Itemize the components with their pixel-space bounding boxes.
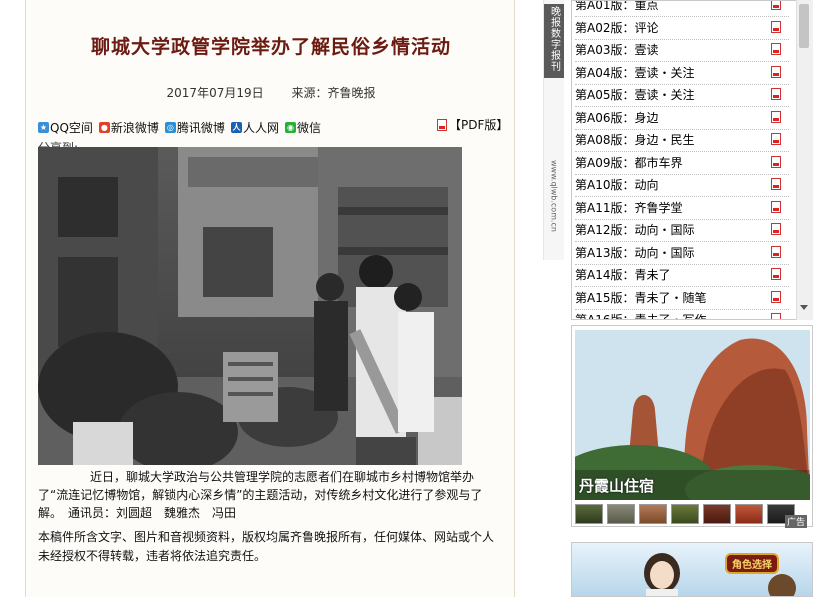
edition-item-label: 第A02版：评论 bbox=[575, 20, 659, 35]
share-tencent-weibo[interactable]: ◎ 腾讯微博 bbox=[164, 119, 225, 136]
edition-item-label: 第A12版：动向・国际 bbox=[575, 223, 695, 237]
pdf-icon[interactable] bbox=[771, 223, 781, 235]
copyright-notice: 本稿件所含文字、图片和音视频资料，版权均属齐鲁晚报所有，任何媒体、网站或个人 未… bbox=[38, 530, 495, 563]
museum-visit-photo bbox=[38, 147, 462, 465]
vertical-url: www.qlwb.com.cn bbox=[549, 160, 559, 232]
edition-item-label: 第A08版：身边・民生 bbox=[575, 133, 695, 147]
edition-item-label: 第A16版：青未了・写作 bbox=[575, 313, 707, 320]
vertical-title: 晚报数字报刊 bbox=[544, 4, 564, 78]
ad-caption[interactable]: 丹霞山住宿 bbox=[579, 475, 654, 496]
pdf-icon[interactable] bbox=[771, 200, 781, 213]
pdf-icon[interactable] bbox=[771, 110, 781, 123]
edition-item-label: 第A03版：壹读 bbox=[575, 43, 659, 57]
edition-item[interactable]: 第A01版：重点 bbox=[575, 0, 789, 17]
edition-item-label: 第A06版：身边 bbox=[575, 110, 659, 125]
pdf-icon[interactable] bbox=[771, 1, 781, 10]
pdf-icon[interactable] bbox=[771, 88, 781, 100]
pdf-icon[interactable] bbox=[771, 313, 781, 319]
ad-thumb-1[interactable] bbox=[575, 504, 603, 524]
edition-item-label: 第A04版：壹读・关注 bbox=[575, 65, 695, 80]
edition-item[interactable]: 第A15版：青未了・随笔 bbox=[575, 287, 789, 310]
ad-thumb-2[interactable] bbox=[607, 504, 635, 524]
share-qq-space[interactable]: ★ QQ空间 bbox=[38, 119, 93, 136]
vertical-brand-strip: 晚报数字报刊 www.qlwb.com.cn bbox=[543, 0, 564, 260]
article-meta: 2017年07月19日 来源：齐鲁晚报 bbox=[26, 84, 516, 101]
share-renren[interactable]: 人 人人网 bbox=[230, 119, 279, 136]
scrollbar-thumb[interactable] bbox=[799, 4, 809, 48]
edition-item[interactable]: 第A02版：评论 bbox=[575, 17, 789, 40]
edition-list: 第A01版：重点 第A02版：评论 第A03版：壹读第A04版：壹读・关注 第A05版… bbox=[571, 0, 813, 320]
pdf-icon[interactable] bbox=[771, 20, 781, 33]
article-title: 聊城大学政管学院举办了解民俗乡情活动 bbox=[90, 36, 451, 58]
pdf-icon[interactable] bbox=[771, 155, 781, 168]
pdf-icon[interactable] bbox=[771, 43, 781, 55]
wechat-icon: ◉ bbox=[284, 121, 296, 133]
edition-item[interactable]: 第A06版：身边 bbox=[575, 107, 789, 130]
qq-space-icon: ★ bbox=[38, 121, 49, 133]
article-source: 来源：齐鲁晚报 bbox=[291, 86, 376, 100]
edition-item[interactable]: 第A09版：都市车界 bbox=[575, 152, 789, 175]
edition-item[interactable]: 第A08版：身边・民生 bbox=[575, 129, 789, 152]
pdf-icon[interactable] bbox=[771, 65, 781, 78]
ad-thumbnail-strip bbox=[575, 504, 795, 524]
ad-label: 广告 bbox=[785, 515, 808, 528]
edition-item[interactable]: 第A03版：壹读 bbox=[575, 39, 789, 62]
edition-item[interactable]: 第A04版：壹读・关注 bbox=[575, 62, 789, 85]
edition-item-label: 第A09版：都市车界 bbox=[575, 155, 683, 170]
edition-item[interactable]: 第A14版：青未了 bbox=[575, 264, 789, 287]
edition-item-label: 第A11版：齐鲁学堂 bbox=[575, 200, 683, 215]
edition-item[interactable]: 第A13版：动向・国际 bbox=[575, 242, 789, 265]
ad-thumb-4[interactable] bbox=[671, 504, 699, 524]
share-wechat[interactable]: ◉ 微信 bbox=[284, 119, 321, 136]
share-to-label: 分享到: bbox=[38, 139, 78, 147]
article-photo bbox=[38, 147, 462, 465]
pdf-icon[interactable] bbox=[771, 268, 781, 280]
edition-item-label: 第A01版：重点 bbox=[575, 0, 659, 12]
role-select-badge[interactable]: 角色选择 bbox=[725, 553, 779, 574]
tencent-weibo-icon: ◎ bbox=[164, 121, 176, 133]
scroll-down-arrow-icon[interactable] bbox=[800, 305, 808, 310]
renren-icon: 人 bbox=[230, 121, 242, 133]
article-panel: 聊城大学政管学院举办了解民俗乡情活动 2017年07月19日 来源：齐鲁晚报 ★… bbox=[25, 0, 515, 597]
pdf-icon[interactable] bbox=[771, 178, 781, 190]
edition-item-label: 第A14版：青未了 bbox=[575, 268, 671, 282]
share-bar: ★ QQ空间 ● 新浪微博 ◎ 腾讯微博 人 人人网 ◉ 微信 bbox=[38, 118, 321, 136]
pdf-icon[interactable] bbox=[771, 290, 781, 303]
photo-caption: 近日，聊城大学政治与公共管理学院的志愿者们在聊城市乡村博物馆举办 了“流连记忆博… bbox=[38, 470, 483, 520]
edition-list-scrollbar[interactable] bbox=[796, 0, 813, 320]
pdf-icon[interactable] bbox=[771, 245, 781, 258]
pdf-icon bbox=[437, 118, 447, 131]
sina-weibo-icon: ● bbox=[98, 121, 110, 133]
edition-item[interactable]: 第A12版：动向・国际 bbox=[575, 219, 789, 242]
pdf-version-link[interactable]: 【PDF版】 bbox=[437, 116, 508, 133]
edition-item[interactable]: 第A16版：青未了・写作 bbox=[575, 309, 789, 320]
edition-item-label: 第A15版：青未了・随笔 bbox=[575, 290, 707, 305]
ad-thumb-5[interactable] bbox=[703, 504, 731, 524]
edition-item[interactable]: 第A05版：壹读・关注 bbox=[575, 84, 789, 107]
edition-item[interactable]: 第A11版：齐鲁学堂 bbox=[575, 197, 789, 220]
pdf-icon[interactable] bbox=[771, 133, 781, 145]
article-date: 2017年07月19日 bbox=[166, 86, 264, 100]
ad-thumb-3[interactable] bbox=[639, 504, 667, 524]
edition-item-label: 第A05版：壹读・关注 bbox=[575, 88, 695, 102]
edition-item-label: 第A13版：动向・国际 bbox=[575, 245, 695, 260]
edition-item[interactable]: 第A10版：动向 bbox=[575, 174, 789, 197]
share-sina-weibo[interactable]: ● 新浪微博 bbox=[98, 119, 159, 136]
edition-item-label: 第A10版：动向 bbox=[575, 178, 659, 192]
ad-thumb-6[interactable] bbox=[735, 504, 763, 524]
